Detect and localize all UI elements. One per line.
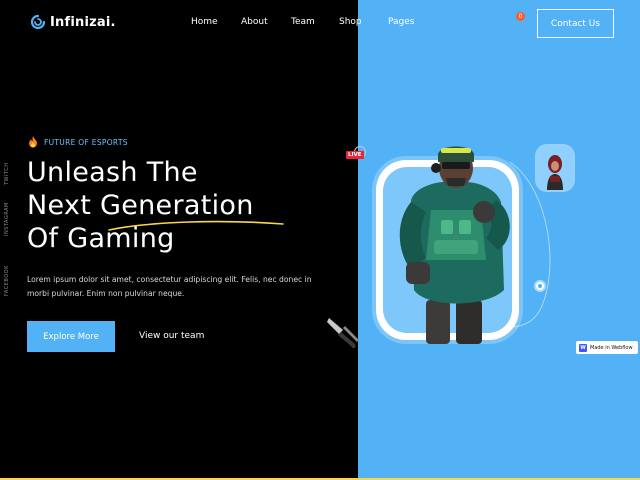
- orbit-dot: [534, 280, 546, 292]
- cart-count-badge: 0: [516, 12, 525, 21]
- avatar-illustration: [547, 155, 563, 190]
- headline-accent-word: Generation: [99, 190, 254, 221]
- explore-more-button[interactable]: Explore More: [27, 321, 115, 352]
- nav-shop[interactable]: Shop: [339, 17, 362, 27]
- hero-eyebrow: FUTURE OF ESPORTS: [28, 136, 128, 148]
- nav-pages[interactable]: Pages: [388, 17, 414, 27]
- flame-icon: [29, 136, 37, 148]
- headline-line-2-prefix: Next: [27, 190, 100, 221]
- nav-home[interactable]: Home: [191, 17, 218, 27]
- headline-underline: [108, 220, 284, 231]
- cart-button[interactable]: 0: [505, 12, 525, 32]
- nav-team[interactable]: Team: [291, 17, 315, 27]
- hero-headline: Unleash The Next Generation Of Gaming: [27, 156, 327, 255]
- view-team-link[interactable]: View our team: [139, 331, 204, 341]
- headline-line-1: Unleash The: [27, 157, 198, 188]
- live-badge: LIVE: [346, 151, 364, 159]
- nav-about[interactable]: About: [241, 17, 268, 27]
- blade-illustration: [327, 318, 359, 349]
- social-twitch-link[interactable]: TWITCH: [4, 163, 10, 186]
- gamer-character-illustration: [399, 146, 510, 344]
- social-instagram-link[interactable]: INSTAGRAM: [4, 202, 10, 236]
- contact-us-button[interactable]: Contact Us: [537, 9, 614, 38]
- webflow-badge-text: Made in Webflow: [590, 344, 633, 351]
- streamer-avatar[interactable]: [537, 146, 573, 190]
- eyebrow-text: FUTURE OF ESPORTS: [44, 137, 128, 147]
- hero-description: Lorem ipsum dolor sit amet, consectetur …: [27, 275, 312, 298]
- webflow-icon: W: [579, 343, 587, 352]
- social-facebook-link[interactable]: FACEBOOK: [4, 265, 10, 296]
- made-in-webflow-badge[interactable]: W Made in Webflow: [576, 341, 638, 354]
